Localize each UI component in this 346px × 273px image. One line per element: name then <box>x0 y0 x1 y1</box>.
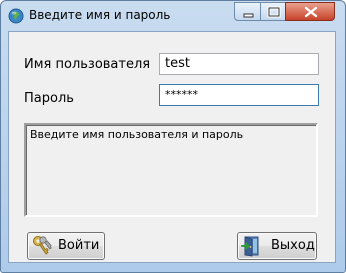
exit-button-label: Выход <box>271 238 315 253</box>
keys-icon <box>31 235 53 257</box>
username-label: Имя пользователя <box>24 57 151 72</box>
exit-door-icon <box>241 235 263 257</box>
close-icon <box>304 6 318 18</box>
maximize-button[interactable] <box>260 2 286 21</box>
minimize-icon <box>243 13 254 18</box>
login-dialog-window: Введите имя и пароль Имя пользователя te… <box>0 0 346 273</box>
login-button[interactable]: Войти <box>27 232 105 260</box>
title-bar[interactable]: Введите имя и пароль <box>1 1 345 31</box>
maximize-icon <box>267 6 281 18</box>
window-title: Введите имя и пароль <box>29 8 171 22</box>
status-message-box: Введите имя пользователя и пароль <box>24 123 318 217</box>
globe-icon <box>8 8 24 24</box>
close-button[interactable] <box>285 2 335 21</box>
username-field[interactable]: test <box>159 53 319 75</box>
minimize-button[interactable] <box>234 2 261 21</box>
password-label: Пароль <box>24 91 74 106</box>
login-button-label: Войти <box>58 238 100 253</box>
password-field[interactable]: ****** <box>159 84 319 106</box>
exit-button[interactable]: Выход <box>237 232 317 260</box>
dialog-client-area: Имя пользователя test Пароль ****** Введ… <box>8 31 336 263</box>
